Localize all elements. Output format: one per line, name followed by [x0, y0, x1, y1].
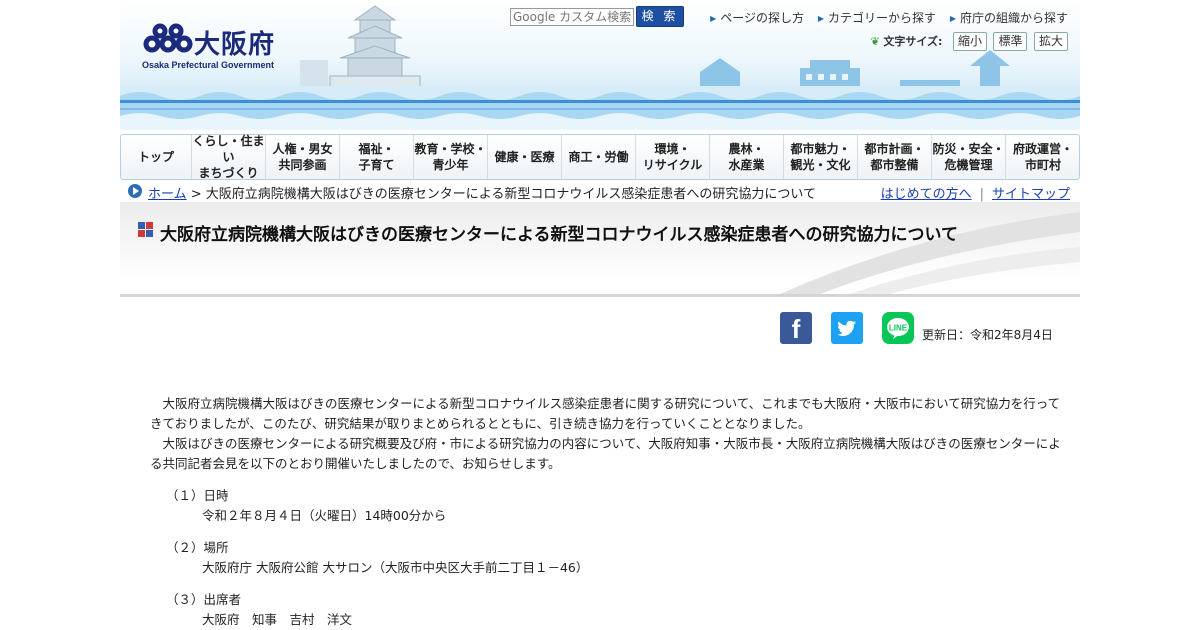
- updated-date: 更新日：令和2年8月4日: [922, 328, 1053, 342]
- header-waves: [120, 86, 1080, 130]
- triangle-icon: ▶: [949, 14, 956, 23]
- article-body: 大阪府立病院機構大阪はびきの医療センターによる新型コロナウイルス感染症患者に関す…: [150, 394, 1062, 630]
- twitter-icon[interactable]: [831, 312, 863, 344]
- breadcrumb-home-link[interactable]: ホーム: [148, 187, 187, 202]
- first-time-link[interactable]: はじめての方へ: [881, 187, 972, 202]
- item-body: 大阪府 知事 吉村 洋文: [202, 612, 353, 627]
- triangle-icon: ▶: [710, 14, 717, 23]
- item-body: 令和２年８月４日（火曜日）14時00分から: [202, 508, 447, 523]
- gnav-item-education[interactable]: 教育・学校・ 青少年: [414, 135, 488, 179]
- utility-links: はじめての方へ | サイトマップ: [881, 183, 1070, 202]
- font-size-standard-button[interactable]: 標準: [993, 32, 1028, 51]
- paragraph: 大阪はびきの医療センターによる研究概要及び府・市による研究協力の内容について、大…: [150, 436, 1061, 471]
- gnav-item-agriculture[interactable]: 農林・ 水産業: [710, 135, 784, 179]
- font-size-large-button[interactable]: 拡大: [1033, 32, 1068, 51]
- logo-text: 大阪府: [194, 30, 276, 60]
- site-search: 検 索: [510, 6, 684, 27]
- gnav-item-living[interactable]: くらし・住まい まちづくり: [192, 134, 266, 180]
- link-page-search-guide[interactable]: ▶ ページの探し方: [710, 11, 804, 25]
- breadcrumb-trail: ホーム > 大阪府立病院機構大阪はびきの医療センターによる新型コロナウイルス感染…: [148, 183, 816, 202]
- font-size-controls: ❦ 文字サイズ: 縮小 標準 拡大: [871, 32, 1068, 51]
- link-category-search[interactable]: ▶ カテゴリーから探す: [818, 11, 936, 25]
- page-title: 大阪府立病院機構大阪はびきの医療センターによる新型コロナウイルス感染症患者への研…: [160, 225, 958, 245]
- gnav-item-commerce[interactable]: 商工・労働: [562, 135, 636, 179]
- site-header: 大阪府 Osaka Prefectural Government Google …: [120, 0, 1080, 130]
- list-item: （３）出席者 大阪府 知事 吉村 洋文: [150, 590, 1062, 630]
- triangle-icon: ▶: [817, 14, 824, 23]
- castle-icon: [300, 5, 421, 100]
- leaf-icon: ❦: [870, 35, 880, 48]
- sitemap-link[interactable]: サイトマップ: [992, 187, 1070, 202]
- list-item: （２）場所 大阪府庁 大阪府公館 大サロン（大阪市中央区大手前二丁目１－46）: [150, 538, 1062, 578]
- gnav-item-health[interactable]: 健康・医療: [488, 135, 562, 179]
- gnav-item-human-rights[interactable]: 人権・男女 共同参画: [266, 135, 340, 179]
- svg-text:LINE: LINE: [889, 324, 908, 333]
- top-links: ▶ ページの探し方 ▶ カテゴリーから探す ▶ 府庁の組織から探す: [700, 9, 1068, 26]
- paragraph: 大阪府立病院機構大阪はびきの医療センターによる新型コロナウイルス感染症患者に関す…: [150, 396, 1061, 431]
- gnav-item-administration[interactable]: 府政運営・ 市町村: [1006, 135, 1080, 179]
- item-heading: （１）日時: [166, 488, 229, 503]
- logo-subtext: Osaka Prefectural Government: [142, 60, 275, 70]
- global-nav: トップ くらし・住まい まちづくり 人権・男女 共同参画 福祉・ 子育て 教育・学校・…: [120, 134, 1080, 180]
- font-size-label: 文字サイズ:: [883, 35, 943, 48]
- gnav-item-environment[interactable]: 環境・ リサイクル: [636, 135, 710, 179]
- title-swoosh-decoration: [780, 212, 1080, 294]
- breadcrumb: ホーム > 大阪府立病院機構大阪はびきの医療センターによる新型コロナウイルス感染…: [120, 180, 1080, 202]
- gnav-item-top[interactable]: トップ: [121, 135, 192, 179]
- line-icon[interactable]: LINE: [882, 312, 914, 344]
- search-input[interactable]: [510, 8, 634, 26]
- page-wrapper: 大阪府 Osaka Prefectural Government Google …: [120, 0, 1080, 627]
- gnav-item-urban-planning[interactable]: 都市計画・ 都市整備: [858, 135, 932, 179]
- facebook-icon[interactable]: f: [780, 312, 812, 344]
- font-size-small-button[interactable]: 縮小: [952, 32, 987, 51]
- logo-mark-icon: [143, 23, 193, 53]
- title-band: 大阪府立病院機構大阪はびきの医療センターによる新型コロナウイルス感染症患者への研…: [120, 202, 1080, 297]
- item-heading: （３）出席者: [166, 592, 242, 607]
- item-body: 大阪府庁 大阪府公館 大サロン（大阪市中央区大手前二丁目１－46）: [202, 560, 589, 575]
- list-item: （１）日時 令和２年８月４日（火曜日）14時00分から: [150, 486, 1062, 526]
- gnav-item-tourism[interactable]: 都市魅力・ 観光・文化: [784, 135, 858, 179]
- link-organization-search[interactable]: ▶ 府庁の組織から探す: [950, 11, 1068, 25]
- breadcrumb-arrow-icon: [128, 184, 142, 198]
- gnav-item-disaster[interactable]: 防災・安全・ 危機管理: [932, 135, 1006, 179]
- title-squares-icon: [138, 222, 154, 238]
- gnav-item-welfare[interactable]: 福祉・ 子育て: [340, 135, 414, 179]
- utility-divider: |: [979, 187, 984, 202]
- item-heading: （２）場所: [166, 540, 229, 555]
- breadcrumb-current: > 大阪府立病院機構大阪はびきの医療センターによる新型コロナウイルス感染症患者へ…: [186, 187, 817, 202]
- search-button[interactable]: 検 索: [636, 6, 684, 27]
